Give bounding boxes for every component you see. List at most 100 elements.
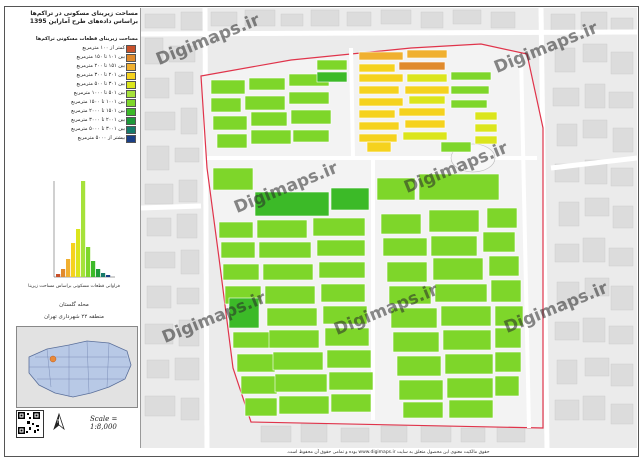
legend-item: بین ۱۵۰۱ تا ۲۰۰۰ مترمربع: [20, 107, 138, 116]
legend-item: بین ۱۵۱ تا ۲۰۰ مترمربع: [20, 62, 138, 71]
parcel: [250, 129, 292, 145]
parcel: [266, 307, 318, 327]
parcel: [396, 355, 442, 377]
scale-label: Scale = 1:8,000: [90, 415, 118, 431]
map-canvas: IS: [141, 8, 637, 448]
parcel: [494, 375, 520, 397]
parcel: [244, 397, 278, 417]
legend-label: بین ۵۰۱ تا ۱۰۰۰ مترمربع: [73, 90, 125, 96]
north-label: N: [57, 419, 61, 425]
legend-swatch: [126, 90, 136, 98]
parcel: [358, 133, 398, 143]
histogram-bar: [56, 274, 61, 277]
histogram-caption: فراوانی قطعات مسکونی براساس مساحت زیربنا: [28, 284, 120, 289]
legend-swatch: [126, 126, 136, 134]
parcel: [428, 209, 480, 233]
parcel: [216, 133, 248, 149]
parcel: [212, 167, 254, 191]
legend-swatch: [126, 99, 136, 107]
parcel: [444, 353, 494, 375]
legend-item: بین ۱۰۱ تا ۱۵۰ مترمربع: [20, 53, 138, 62]
parcel: [446, 377, 494, 399]
tehran-locator-svg: [17, 327, 137, 407]
parcel: [382, 237, 428, 257]
parcel: [258, 241, 312, 259]
histogram-bar: [76, 229, 81, 277]
legend-label: بین ۳۰۰۱ تا ۵۰۰۰ مترمربع: [71, 126, 125, 132]
legend-item: بیشتر از ۵۰۰۰ مترمربع: [20, 134, 138, 143]
parcel: [288, 91, 330, 105]
parcel: [398, 61, 446, 71]
histogram-bar: [91, 261, 96, 277]
parcel: [358, 121, 400, 131]
histogram-bar: [96, 269, 101, 277]
legend-label: بین ۱۵۱ تا ۲۰۰ مترمربع: [76, 63, 125, 69]
parcel: [274, 373, 328, 393]
histogram-bar: [101, 273, 106, 277]
parcel: [366, 141, 392, 153]
parcel: [256, 219, 308, 239]
legend-label: بیشتر از ۵۰۰۰ مترمربع: [77, 135, 125, 141]
legend-label: بین ۲۰۱ تا ۳۰۰ مترمربع: [76, 72, 125, 78]
legend-swatch: [126, 135, 136, 143]
parcel: [330, 187, 370, 211]
parcel: [272, 351, 324, 371]
legend-swatch: [126, 117, 136, 125]
legend-item: کمتر از ۱۰۰ مترمربع: [20, 44, 138, 53]
parcel: [220, 241, 256, 259]
parcel: [222, 263, 260, 281]
parcel: [404, 119, 446, 129]
histogram-bar: [66, 259, 71, 277]
parcel: [494, 351, 522, 373]
parcel: [236, 353, 276, 373]
parcel: [232, 331, 274, 349]
parcel: [312, 217, 366, 237]
histogram-bar: [106, 275, 111, 277]
parcel: [482, 231, 516, 253]
parcel: [432, 257, 484, 281]
parcel: [448, 399, 494, 419]
legend-label: بین ۱۵۰۱ تا ۲۰۰۰ مترمربع: [71, 108, 125, 114]
parcel: [442, 329, 492, 351]
parcel: [248, 77, 286, 91]
parcel: [440, 141, 472, 153]
parcel: [402, 401, 444, 419]
histogram-bar: [81, 181, 86, 277]
parcel: [218, 221, 254, 239]
legend-label: بین ۱۰۰۱ تا ۱۵۰۰ مترمربع: [71, 99, 125, 105]
parcel: [268, 329, 320, 349]
north-arrow-icon: N: [53, 412, 65, 431]
legend-swatch: [126, 72, 136, 80]
map-view[interactable]: IS Digimaps.ir Digimaps.ir Digimaps.ir D…: [141, 8, 637, 448]
legend-label: بین ۱۰۱ تا ۱۵۰ مترمربع: [76, 54, 125, 60]
parcel: [486, 207, 518, 229]
parcel: [326, 349, 372, 369]
locator-inset-map: [16, 326, 138, 408]
parcel: [408, 95, 446, 105]
district-label: منطقه ۲۲ شهرداری تهران: [44, 314, 104, 320]
parcel: [450, 99, 488, 109]
parcel: [404, 85, 450, 95]
parcel: [320, 283, 366, 303]
title-line-1: مساحت زیربنای مسکونی در تراکم‌ها: [30, 10, 138, 17]
parcel: [290, 109, 332, 125]
parcel: [402, 131, 448, 141]
parcel: [398, 379, 444, 401]
parcel: [490, 279, 522, 303]
legend-swatch: [126, 54, 136, 62]
legend-heading: مساحت زیربنای قطعات مسکونی تراکم‌ها: [35, 36, 138, 42]
neighborhood-label: محله گلستان: [59, 302, 89, 308]
parcel: [358, 85, 400, 95]
legend-item: بین ۱۰۰۱ تا ۱۵۰۰ مترمربع: [20, 98, 138, 107]
parcel: [278, 395, 330, 415]
parcel: [316, 239, 366, 257]
parcel: [380, 213, 422, 235]
legend-label: بین ۲۰۰۱ تا ۳۰۰۰ مترمربع: [71, 117, 125, 123]
legend-swatch: [126, 108, 136, 116]
legend-swatch: [126, 45, 136, 53]
parcel: [240, 375, 278, 395]
legend-item: بین ۳۰۱ تا ۵۰۰ مترمربع: [20, 80, 138, 89]
parcel: [292, 129, 330, 143]
parcel: [210, 97, 242, 113]
parcel: [450, 71, 492, 81]
